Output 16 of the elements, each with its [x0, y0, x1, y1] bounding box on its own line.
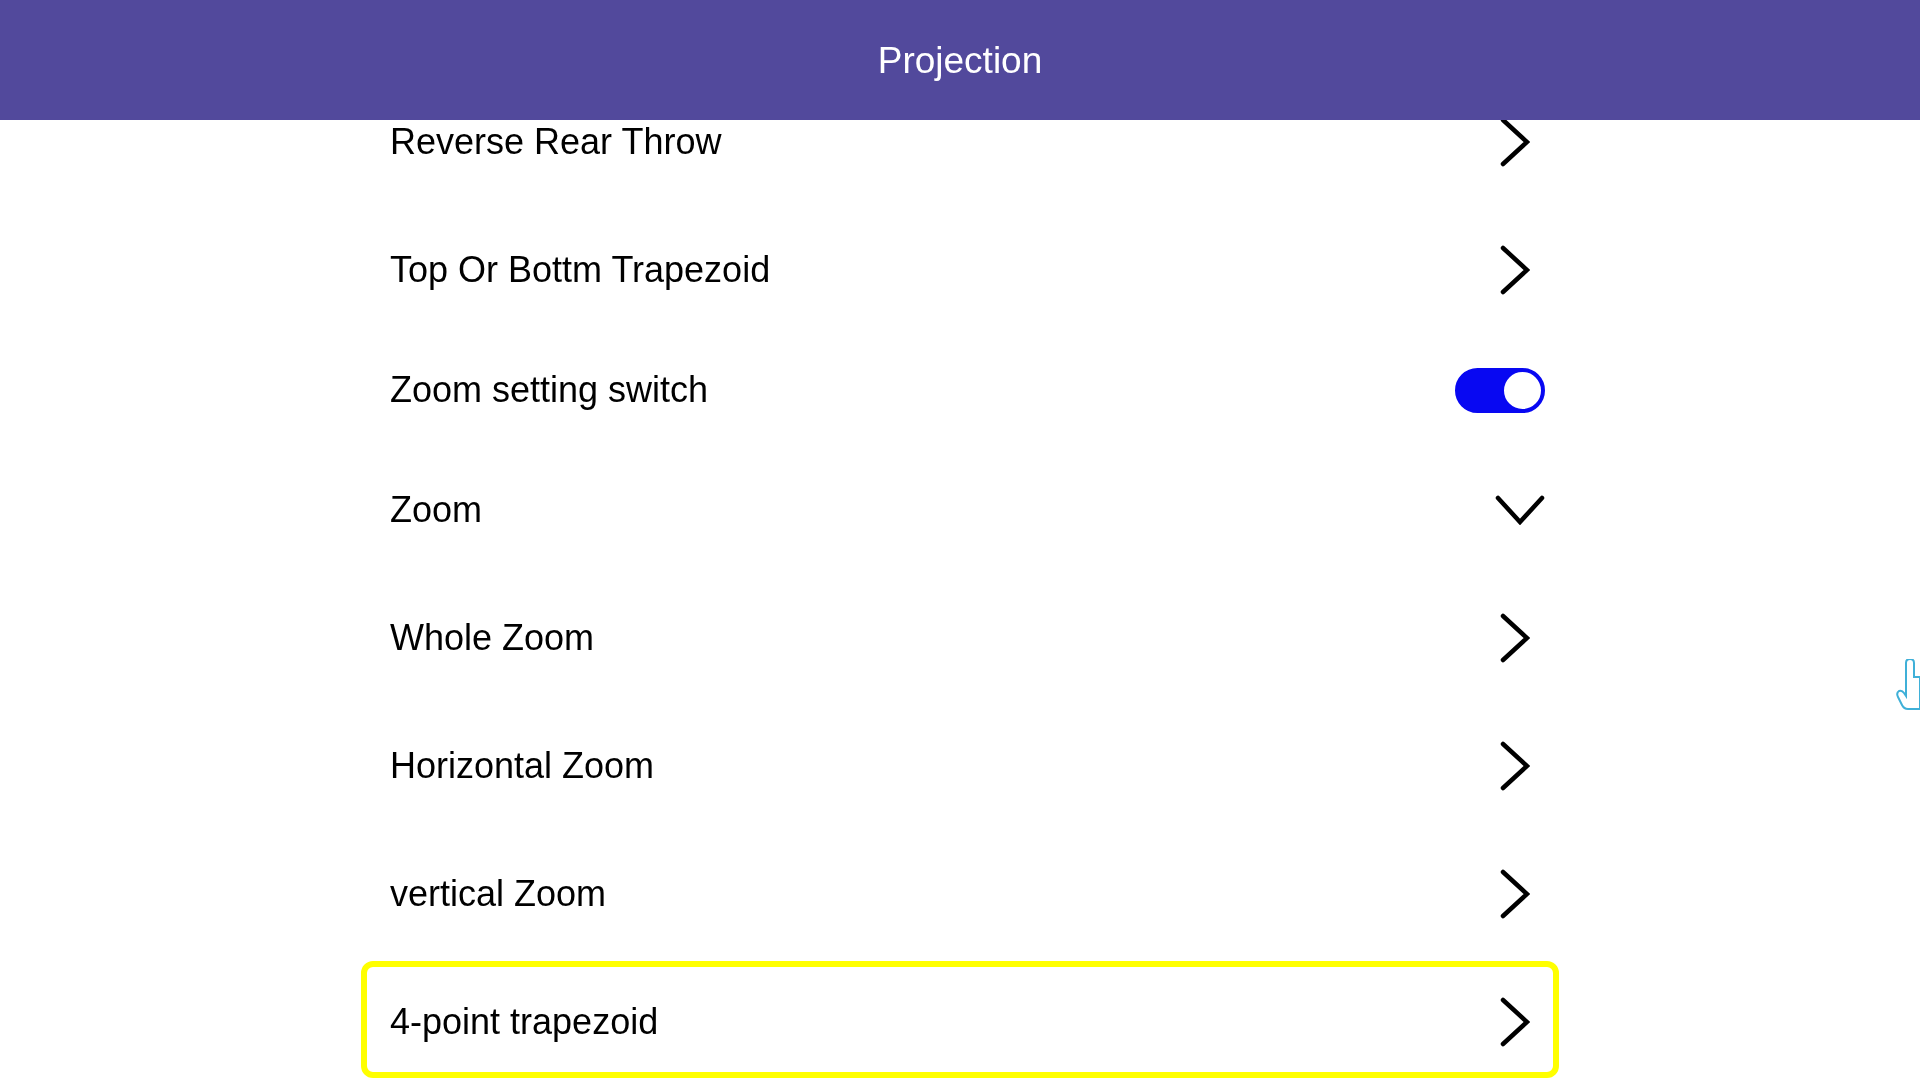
chevron-right-icon	[1500, 741, 1530, 791]
setting-label: vertical Zoom	[390, 876, 607, 912]
setting-label: Horizontal Zoom	[390, 748, 655, 784]
toggle-switch[interactable]	[1455, 367, 1545, 413]
chevron-right-icon	[1500, 245, 1530, 295]
page-title: Projection	[877, 41, 1043, 79]
setting-label: Whole Zoom	[390, 620, 595, 656]
chevron-right-icon	[1500, 613, 1530, 663]
setting-label: Zoom setting switch	[390, 372, 709, 408]
setting-label: Zoom	[390, 492, 483, 528]
chevron-right-icon	[1500, 117, 1530, 167]
setting-label: 4-point trapezoid	[390, 1004, 659, 1040]
setting-label: Top Or Bottm Trapezoid	[390, 252, 771, 288]
chevron-right-icon	[1500, 869, 1530, 919]
chevron-right-icon	[1500, 997, 1530, 1047]
setting-label: Reverse Rear Throw	[390, 124, 722, 160]
